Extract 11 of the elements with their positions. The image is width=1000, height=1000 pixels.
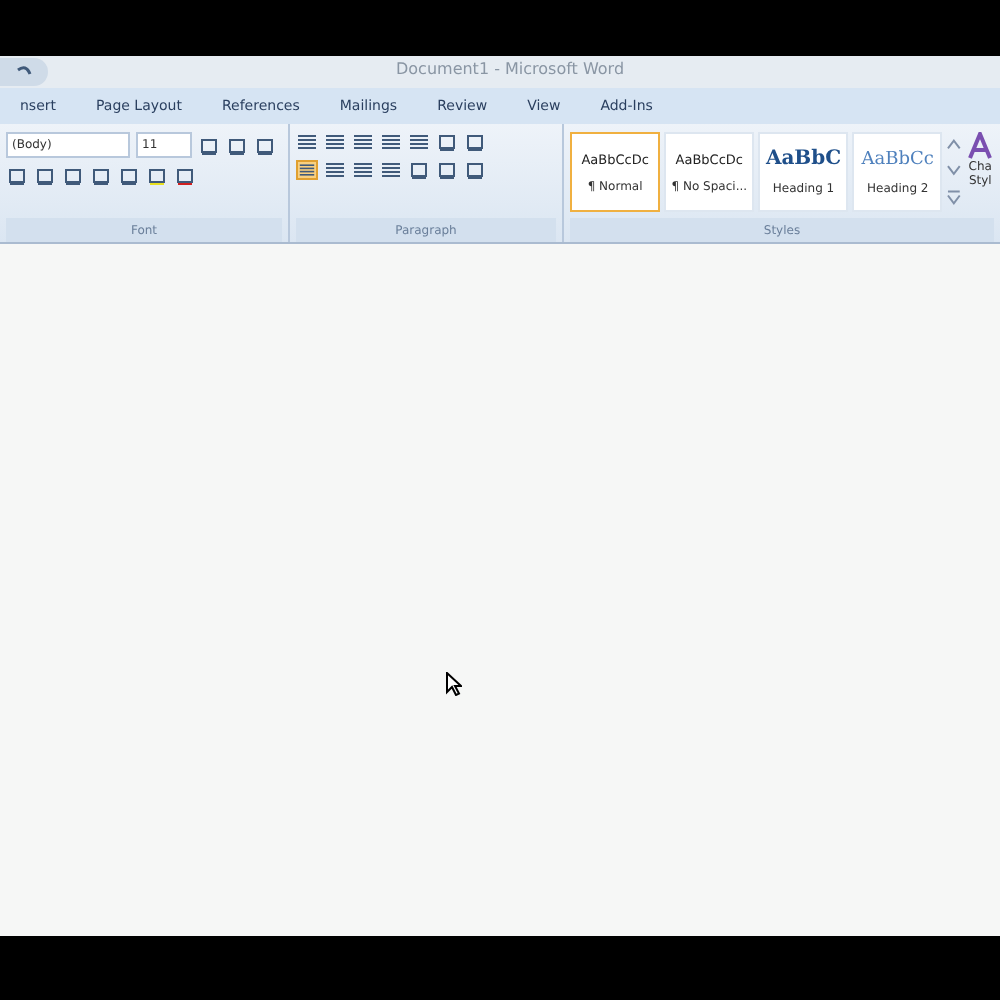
undo-icon[interactable]: [14, 64, 34, 80]
window-title: Document1 - Microsoft Word: [396, 60, 625, 78]
style-preview: AaBbC: [765, 148, 842, 170]
mouse-pointer-icon: [446, 672, 462, 696]
change-styles-icon[interactable]: [968, 132, 993, 160]
justify-icon[interactable]: [380, 160, 402, 180]
style-preview: AaBbCc: [861, 149, 934, 169]
align-right-icon[interactable]: [352, 160, 374, 180]
align-left-icon[interactable]: [296, 160, 318, 180]
quick-access-toolbar[interactable]: [0, 58, 48, 86]
align-center-icon[interactable]: [324, 160, 346, 180]
